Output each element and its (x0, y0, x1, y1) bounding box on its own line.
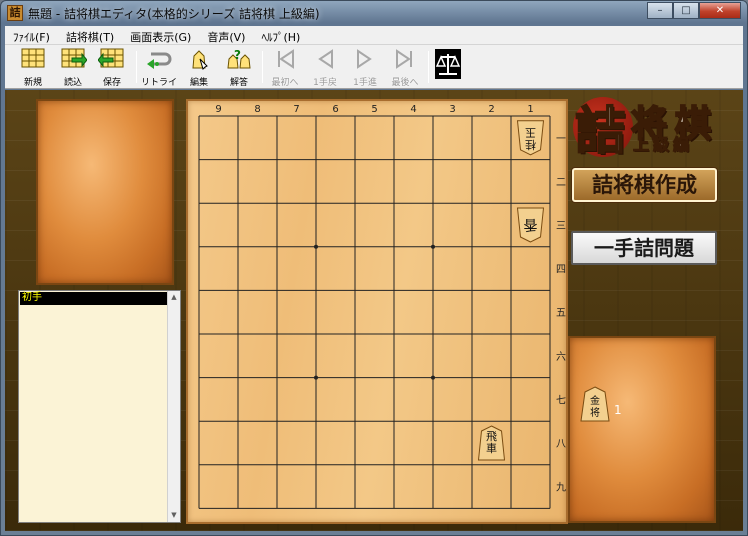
hand-piece-char-2: 将 (590, 407, 600, 419)
file-label: 4 (410, 104, 416, 115)
answer-label: 解答 (229, 78, 248, 88)
save-button[interactable]: 保存 (94, 48, 130, 88)
toolbar: 新規 読込 保存 リトライ 編集 ? 解答 最初へ 1手戻 1手進 最後へ (5, 45, 743, 89)
file-label: 8 (254, 104, 260, 115)
step-forward-icon (357, 49, 372, 69)
close-button[interactable]: ✕ (699, 2, 741, 19)
file-label: 7 (293, 104, 299, 115)
minimize-button[interactable]: – (647, 2, 673, 19)
open-board-icon (61, 48, 88, 68)
menu-view[interactable]: 画面表示(G) (122, 26, 199, 44)
caption-buttons: – □ ✕ (647, 2, 741, 19)
rank-label: 二 (556, 177, 566, 188)
main-window: 詰 無題 - 詰将棋エディタ(本格的シリーズ 詰将棋 上級編) – □ ✕ ﾌｧ… (0, 0, 748, 536)
new-label: 新規 (23, 78, 42, 88)
create-mode-banner: 詰将棋作成 (572, 168, 717, 202)
new-button[interactable]: 新規 (15, 48, 51, 88)
problem-type-button[interactable]: 一手詰問題 (571, 231, 717, 265)
open-button[interactable]: 読込 (55, 48, 91, 88)
sente-piece-stand[interactable] (568, 336, 716, 523)
board-piece[interactable]: 桂玉 (516, 120, 545, 156)
gote-piece-stand[interactable] (36, 99, 174, 285)
move-list-scrollbar[interactable]: ▲ ▼ (167, 291, 180, 522)
window-title: 無題 - 詰将棋エディタ(本格的シリーズ 詰将棋 上級編) (28, 7, 320, 21)
file-label: 1 (527, 104, 533, 115)
rank-label: 九 (556, 482, 566, 494)
last-move-button[interactable]: 最後へ (387, 48, 423, 88)
scroll-up-icon[interactable]: ▲ (168, 291, 180, 304)
balance-button[interactable] (432, 48, 464, 86)
toolbar-separator (136, 51, 137, 83)
board-star-point (314, 244, 318, 249)
menu-bar: ﾌｧｲﾙ(F) 詰将棋(T) 画面表示(G) 音声(V) ﾍﾙﾌﾟ(H) (5, 26, 743, 45)
balance-scale-icon (435, 49, 461, 79)
board-star-point (314, 375, 318, 380)
shogi-board[interactable]: 9 8 7 6 5 4 3 2 1 一二三四五六七八九 桂玉香飛車 (186, 99, 568, 524)
move-list[interactable]: 初手 ▲ ▼ (18, 290, 181, 523)
hand-piece-count: 1 (614, 403, 622, 417)
retry-button[interactable]: リトライ (141, 48, 178, 88)
hand-gold-piece[interactable]: 金 将 (580, 386, 610, 422)
menu-help[interactable]: ﾍﾙﾌﾟ(H) (253, 26, 308, 44)
edit-label: 編集 (189, 78, 208, 88)
rank-label: 八 (556, 439, 566, 450)
file-label: 5 (371, 104, 377, 115)
rank-label: 七 (556, 394, 566, 406)
edit-piece-icon (192, 50, 208, 70)
back-move-button[interactable]: 1手戻 (307, 48, 343, 88)
menu-sound[interactable]: 音声(V) (199, 26, 253, 44)
app-icon[interactable]: 詰 (7, 5, 23, 21)
new-board-icon (21, 48, 45, 68)
save-board-icon (97, 48, 124, 68)
retry-icon (147, 52, 172, 69)
skip-first-icon (278, 49, 294, 69)
hand-piece-char-1: 金 (590, 394, 600, 407)
rank-label: 一 (556, 134, 566, 145)
toolbar-separator (262, 51, 263, 83)
board-grid[interactable]: 9 8 7 6 5 4 3 2 1 一二三四五六七八九 桂玉香飛車 (188, 101, 566, 522)
file-label: 2 (488, 104, 494, 115)
scroll-down-icon[interactable]: ▼ (168, 509, 180, 522)
file-label: 6 (332, 104, 338, 115)
piece-label: 玉 (525, 126, 536, 139)
piece-label: 桂 (525, 138, 536, 152)
rank-label: 三 (556, 221, 566, 232)
logo-subtitle: 上級編 (632, 135, 694, 155)
retry-label: リトライ (141, 78, 178, 88)
board-star-point (431, 244, 435, 249)
board-star-point (431, 375, 435, 380)
answer-question-icon: ? (227, 48, 251, 69)
edit-button[interactable]: 編集 (181, 48, 217, 88)
menu-file[interactable]: ﾌｧｲﾙ(F) (5, 26, 58, 44)
answer-button[interactable]: ? 解答 (221, 48, 257, 88)
forward-move-label: 1手進 (353, 78, 377, 88)
game-area: 初手 ▲ ▼ 987654321一二三四五六七八九桂玉香飛車 詰 将 棋 上級編… (5, 90, 743, 531)
file-label: 9 (215, 104, 221, 115)
maximize-button[interactable]: □ (673, 2, 699, 19)
board-piece[interactable]: 飛車 (477, 425, 506, 461)
open-label: 読込 (63, 78, 82, 88)
rank-label: 六 (556, 351, 566, 363)
first-move-button[interactable]: 最初へ (267, 48, 303, 88)
logo-char-1: 詰 (574, 100, 626, 161)
svg-text:?: ? (234, 48, 241, 62)
rank-label: 四 (556, 265, 566, 276)
back-move-label: 1手戻 (313, 78, 337, 88)
board-piece[interactable]: 香 (516, 207, 545, 243)
file-label: 3 (449, 104, 455, 115)
first-move-label: 最初へ (271, 78, 299, 88)
last-move-label: 最後へ (391, 78, 419, 88)
move-list-item[interactable]: 初手 (20, 292, 167, 305)
toolbar-separator (428, 51, 429, 83)
step-back-icon (318, 49, 333, 69)
forward-move-button[interactable]: 1手進 (347, 48, 383, 88)
skip-last-icon (396, 49, 412, 69)
save-label: 保存 (102, 78, 121, 88)
piece-label: 車 (486, 441, 497, 455)
menu-tsumeshogi[interactable]: 詰将棋(T) (58, 26, 122, 44)
rank-label: 五 (556, 308, 566, 319)
title-bar[interactable]: 詰 無題 - 詰将棋エディタ(本格的シリーズ 詰将棋 上級編) – □ ✕ (1, 1, 747, 25)
piece-label: 香 (524, 216, 538, 232)
